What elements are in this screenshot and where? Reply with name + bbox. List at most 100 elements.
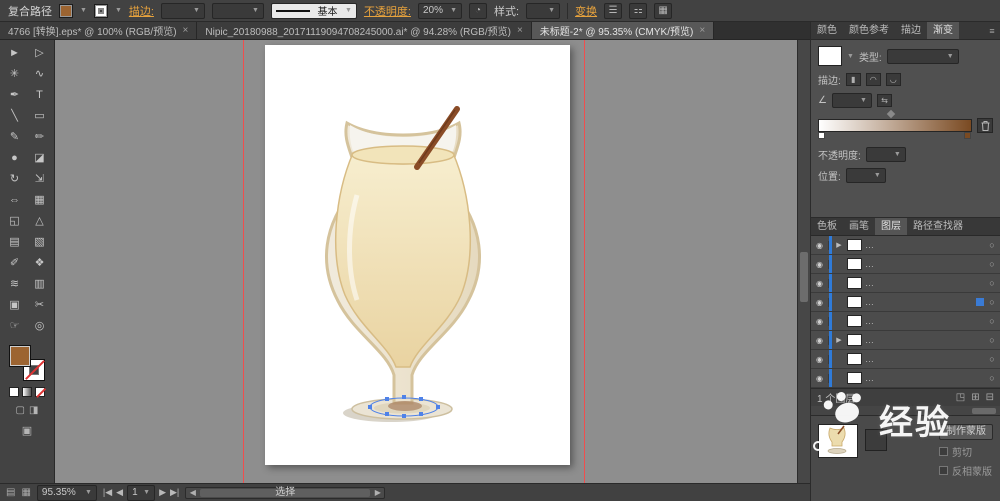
gradient-midpoint[interactable] (887, 110, 895, 118)
horizontal-scrollbar-thumb[interactable]: 选择 (200, 489, 370, 497)
expand-arrow-icon[interactable]: ▶ (834, 241, 844, 249)
target-circle[interactable]: ○ (984, 316, 1000, 326)
invert-mask-checkbox-row[interactable]: 反相蒙版 (939, 463, 992, 478)
previous-artboard-icon[interactable]: ◀ (116, 487, 123, 498)
layer-row[interactable]: ◉…○ (811, 369, 1000, 388)
next-artboard-icon[interactable]: ▶ (159, 487, 166, 498)
layer-thumbnail[interactable] (847, 277, 862, 289)
layer-thumbnail[interactable] (847, 239, 862, 251)
tab-brushes[interactable]: 画笔 (843, 218, 875, 235)
opacity-link[interactable]: 不透明度: (364, 3, 411, 19)
draw-behind-icon[interactable]: ◨ (29, 405, 38, 416)
artboard-tool[interactable]: ▣ (2, 295, 27, 316)
target-circle[interactable]: ○ (984, 373, 1000, 383)
artboard[interactable] (265, 45, 570, 465)
gradient-angle-dropdown[interactable]: ▼ (832, 93, 872, 108)
close-icon[interactable]: × (699, 25, 705, 36)
blend-tool[interactable]: ❖ (27, 253, 52, 274)
stroke-weight-dropdown[interactable]: ▼ (161, 3, 205, 19)
perspective-grid-tool[interactable]: △ (27, 211, 52, 232)
gradient-bar[interactable] (818, 119, 972, 132)
visibility-eye-icon[interactable]: ◉ (811, 279, 829, 288)
gradient-mode-icon[interactable] (22, 387, 32, 397)
gradient-tool[interactable]: ▧ (27, 232, 52, 253)
recolor-artwork-icon[interactable]: ◔ (469, 3, 487, 19)
rectangle-tool[interactable]: ▭ (27, 106, 52, 127)
visibility-eye-icon[interactable]: ◉ (811, 260, 829, 269)
target-circle[interactable]: ○ (984, 335, 1000, 345)
artboard-number-dropdown[interactable]: 1▼ (127, 485, 155, 501)
style-dropdown[interactable]: ▼ (526, 3, 560, 19)
slice-tool[interactable]: ✂ (27, 295, 52, 316)
reverse-gradient-icon[interactable]: ⇆ (877, 94, 892, 107)
fill-dropdown-arrow-icon[interactable]: ▼ (80, 7, 87, 14)
type-tool[interactable]: T (27, 85, 52, 106)
line-segment-tool[interactable]: ╲ (2, 106, 27, 127)
visibility-eye-icon[interactable]: ◉ (811, 336, 829, 345)
color-mode-icon[interactable] (9, 387, 19, 397)
transform-link[interactable]: 变换 (575, 3, 597, 19)
align-icon[interactable]: ☰ (604, 3, 622, 19)
mesh-tool[interactable]: ▤ (2, 232, 27, 253)
tab-color-guide[interactable]: 颜色参考 (843, 22, 895, 39)
document-tab-2[interactable]: Nipic_20180988_20171119094708245000.ai* … (197, 22, 531, 39)
screen-mode-icon[interactable]: ▣ (22, 424, 32, 437)
hand-tool[interactable]: ☞ (2, 316, 27, 337)
tab-layers[interactable]: 图层 (875, 218, 907, 235)
canvas[interactable] (55, 40, 810, 483)
layer-thumbnail[interactable] (847, 258, 862, 270)
mask-thumbnail-placeholder[interactable] (865, 429, 887, 451)
stroke-dropdown-arrow-icon[interactable]: ▼ (115, 7, 122, 14)
document-tab-1[interactable]: 4766 [转换].eps* @ 100% (RGB/预览) × (0, 22, 197, 39)
gradient-stop-end[interactable] (964, 132, 971, 139)
vertical-scrollbar[interactable] (797, 40, 810, 483)
paintbrush-tool[interactable]: ✎ (2, 127, 27, 148)
panel-scrollbar-thumb[interactable] (972, 408, 996, 414)
tab-gradient[interactable]: 渐变 (927, 22, 959, 39)
fill-color-swatch[interactable] (59, 4, 73, 18)
target-circle[interactable]: ○ (984, 240, 1000, 250)
column-graph-tool[interactable]: ▥ (27, 274, 52, 295)
zoom-level-dropdown[interactable]: 95.35%▼ (37, 485, 97, 501)
tab-color[interactable]: 颜色 (811, 22, 843, 39)
new-layer-icon[interactable]: ⊞ (971, 392, 979, 403)
gradient-type-dropdown[interactable]: ▼ (887, 49, 959, 64)
stroke-gradient-within-icon[interactable]: ▮ (846, 73, 861, 86)
status-pages-icon[interactable]: ▦ (21, 487, 30, 498)
layer-row[interactable]: ◉…○ (811, 255, 1000, 274)
vertical-scrollbar-thumb[interactable] (800, 252, 808, 302)
none-mode-icon[interactable] (35, 387, 45, 397)
close-icon[interactable]: × (183, 25, 189, 36)
draw-normal-icon[interactable]: ▢ (16, 405, 25, 416)
layer-row[interactable]: ◉…○ (811, 274, 1000, 293)
layer-row[interactable]: ◉…○ (811, 312, 1000, 331)
layer-thumbnail[interactable] (847, 296, 862, 308)
free-transform-tool[interactable]: ▦ (27, 190, 52, 211)
gradient-opacity-dropdown[interactable]: ▼ (866, 147, 906, 162)
width-tool[interactable]: ⇔ (2, 190, 27, 211)
delete-stop-icon[interactable] (977, 118, 993, 133)
visibility-eye-icon[interactable]: ◉ (811, 355, 829, 364)
panel-menu-icon[interactable]: ≡ (984, 22, 1000, 39)
brush-definition-dropdown[interactable]: ▼ (212, 3, 264, 19)
zoom-tool[interactable]: ◎ (27, 316, 52, 337)
horizontal-scrollbar[interactable]: ◀ 选择 ▶ (185, 487, 385, 499)
layer-thumbnail[interactable] (847, 353, 862, 365)
pencil-tool[interactable]: ✏ (27, 127, 52, 148)
first-artboard-icon[interactable]: |◀ (103, 487, 112, 498)
target-circle[interactable]: ○ (984, 297, 1000, 307)
last-artboard-icon[interactable]: ▶| (170, 487, 179, 498)
gradient-swatch-arrow-icon[interactable]: ▼ (847, 53, 854, 60)
opacity-dropdown[interactable]: 20%▼ (418, 3, 462, 19)
document-tab-3-active[interactable]: 未标题-2* @ 95.35% (CMYK/预览) × (532, 22, 714, 39)
artwork-thumbnail[interactable] (818, 424, 858, 458)
gradient-fill-swatch[interactable] (818, 46, 842, 66)
stroke-color-swatch[interactable] (94, 4, 108, 18)
gradient-stop-start[interactable] (818, 132, 825, 139)
target-circle[interactable]: ○ (984, 354, 1000, 364)
visibility-eye-icon[interactable]: ◉ (811, 374, 829, 383)
fill-swatch[interactable] (9, 345, 31, 367)
stroke-panel-link[interactable]: 描边: (129, 3, 154, 19)
invert-mask-checkbox[interactable] (939, 466, 948, 475)
blob-brush-tool[interactable]: ● (2, 148, 27, 169)
